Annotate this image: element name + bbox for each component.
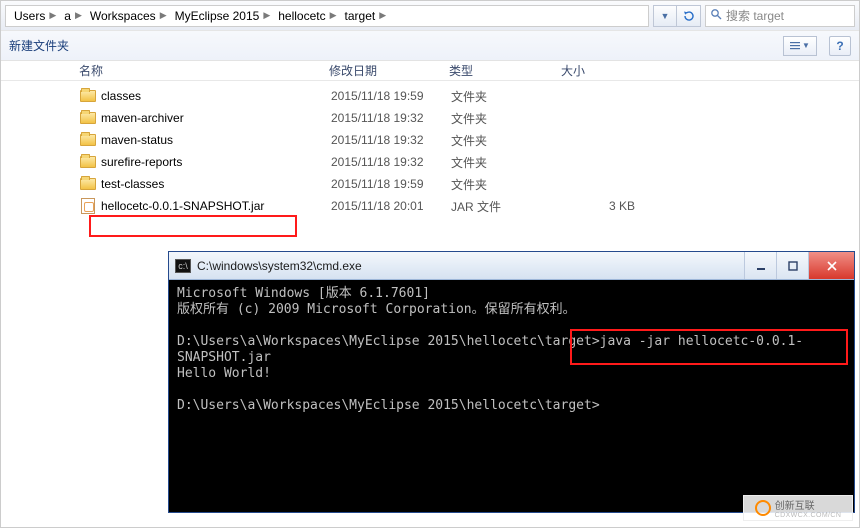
file-date: 2015/11/18 19:32 xyxy=(331,111,451,125)
address-toolbar: Users▶a▶Workspaces▶MyEclipse 2015▶helloc… xyxy=(1,1,859,31)
column-name[interactable]: 名称 xyxy=(79,62,329,79)
column-headers: 名称 修改日期 类型 大小 xyxy=(1,61,859,81)
breadcrumb-segment[interactable]: MyEclipse 2015▶ xyxy=(171,9,275,23)
file-list: classes2015/11/18 19:59文件夹maven-archiver… xyxy=(1,81,859,217)
view-mode-button[interactable]: ▼ xyxy=(783,36,817,56)
file-row[interactable]: surefire-reports2015/11/18 19:32文件夹 xyxy=(79,151,859,173)
cmd-icon: c:\ xyxy=(175,259,191,273)
folder-icon xyxy=(79,88,97,104)
breadcrumb-segment[interactable]: a▶ xyxy=(60,9,86,23)
maximize-button[interactable] xyxy=(776,252,808,279)
breadcrumb-segment[interactable]: target▶ xyxy=(341,9,391,23)
watermark: 创新互联 CDXWCX.COM/CN xyxy=(743,495,853,521)
watermark-logo-icon xyxy=(755,500,771,516)
watermark-sub: CDXWCX.COM/CN xyxy=(775,512,842,519)
breadcrumb[interactable]: Users▶a▶Workspaces▶MyEclipse 2015▶helloc… xyxy=(5,5,649,27)
file-date: 2015/11/18 19:32 xyxy=(331,133,451,147)
breadcrumb-segment[interactable]: Users▶ xyxy=(10,9,60,23)
file-name: hellocetc-0.0.1-SNAPSHOT.jar xyxy=(101,199,331,213)
file-type: 文件夹 xyxy=(451,154,563,171)
file-date: 2015/11/18 19:32 xyxy=(331,155,451,169)
file-date: 2015/11/18 19:59 xyxy=(331,177,451,191)
file-size: 3 KB xyxy=(563,199,663,213)
folder-icon xyxy=(79,154,97,170)
file-name: test-classes xyxy=(101,177,331,191)
file-row[interactable]: classes2015/11/18 19:59文件夹 xyxy=(79,85,859,107)
file-row[interactable]: maven-status2015/11/18 19:32文件夹 xyxy=(79,129,859,151)
command-bar: 新建文件夹 ▼ ? xyxy=(1,31,859,61)
cmd-window: c:\ C:\windows\system32\cmd.exe Microsof… xyxy=(168,251,855,513)
file-type: 文件夹 xyxy=(451,176,563,193)
highlight-jar-file xyxy=(89,215,297,237)
file-name: maven-archiver xyxy=(101,111,331,125)
column-type[interactable]: 类型 xyxy=(449,62,561,79)
breadcrumb-segment[interactable]: Workspaces▶ xyxy=(86,9,171,23)
file-name: maven-status xyxy=(101,133,331,147)
file-row[interactable]: hellocetc-0.0.1-SNAPSHOT.jar2015/11/18 2… xyxy=(79,195,859,217)
address-buttons: ▼ xyxy=(653,5,701,27)
cmd-titlebar[interactable]: c:\ C:\windows\system32\cmd.exe xyxy=(169,252,854,280)
folder-icon xyxy=(79,110,97,126)
search-placeholder: 搜索 target xyxy=(726,7,784,24)
file-date: 2015/11/18 20:01 xyxy=(331,199,451,213)
file-name: classes xyxy=(101,89,331,103)
watermark-brand: 创新互联 xyxy=(775,497,842,512)
close-button[interactable] xyxy=(808,252,854,279)
minimize-button[interactable] xyxy=(744,252,776,279)
breadcrumb-segment[interactable]: hellocetc▶ xyxy=(274,9,340,23)
file-type: JAR 文件 xyxy=(451,198,563,215)
column-size[interactable]: 大小 xyxy=(561,62,661,79)
search-input[interactable]: 搜索 target xyxy=(705,5,855,27)
file-date: 2015/11/18 19:59 xyxy=(331,89,451,103)
folder-icon xyxy=(79,176,97,192)
column-date[interactable]: 修改日期 xyxy=(329,62,449,79)
jar-icon xyxy=(79,198,97,214)
file-type: 文件夹 xyxy=(451,132,563,149)
file-row[interactable]: test-classes2015/11/18 19:59文件夹 xyxy=(79,173,859,195)
help-button[interactable]: ? xyxy=(829,36,851,56)
file-row[interactable]: maven-archiver2015/11/18 19:32文件夹 xyxy=(79,107,859,129)
file-type: 文件夹 xyxy=(451,88,563,105)
cmd-title-text: C:\windows\system32\cmd.exe xyxy=(197,259,744,273)
cmd-output[interactable]: Microsoft Windows [版本 6.1.7601] 版权所有 (c)… xyxy=(169,280,854,512)
refresh-button[interactable] xyxy=(677,5,701,27)
file-type: 文件夹 xyxy=(451,110,563,127)
search-icon xyxy=(710,8,722,23)
history-dropdown-button[interactable]: ▼ xyxy=(653,5,677,27)
file-name: surefire-reports xyxy=(101,155,331,169)
folder-icon xyxy=(79,132,97,148)
new-folder-button[interactable]: 新建文件夹 xyxy=(9,37,69,54)
